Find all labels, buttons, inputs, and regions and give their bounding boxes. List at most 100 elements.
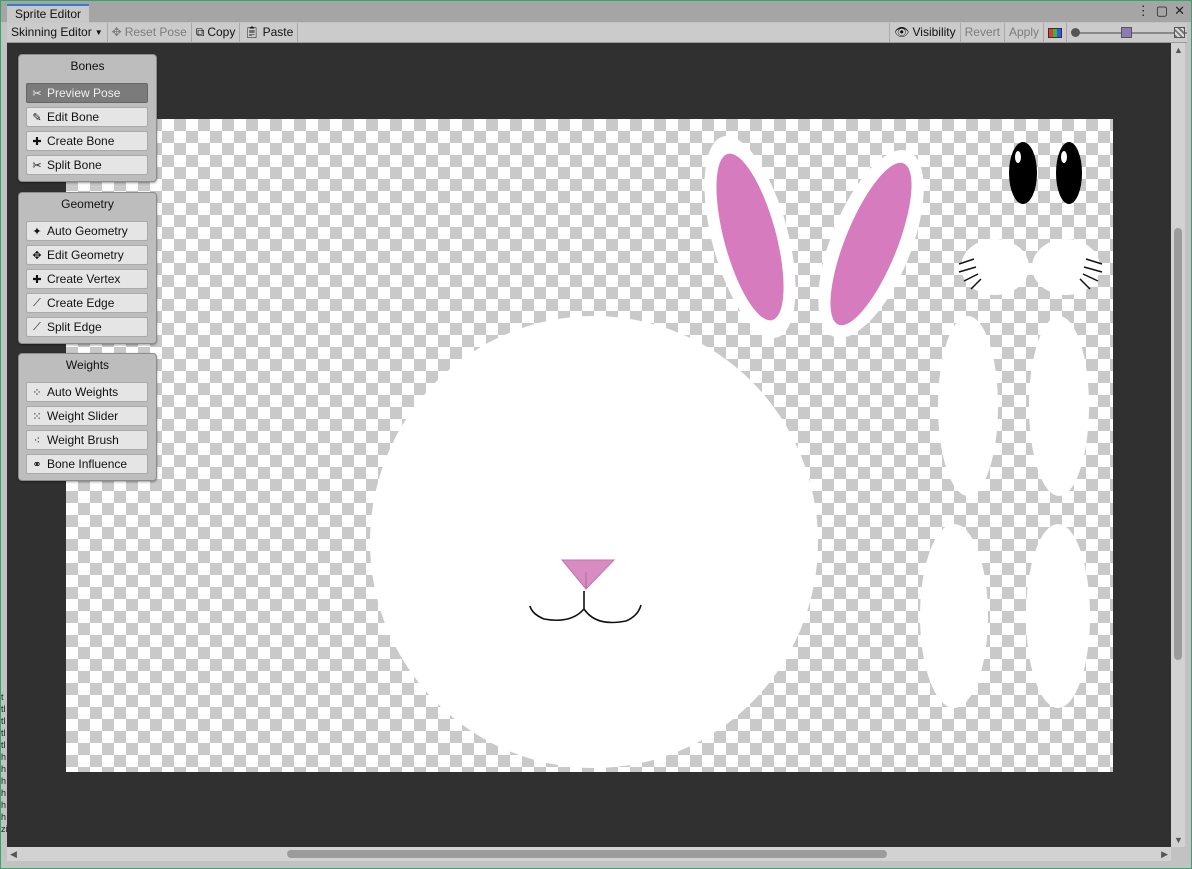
vertical-scrollbar[interactable]: ▲ ▼ — [1171, 43, 1185, 847]
auto-geometry-button[interactable]: ✦ Auto Geometry — [26, 221, 148, 241]
geometry-panel-title: Geometry — [61, 197, 114, 211]
bone-influence-button[interactable]: ⚭ Bone Influence — [26, 454, 148, 474]
right-eye — [1056, 142, 1082, 204]
bunny-sprite-sheet — [370, 136, 1103, 768]
bones-panel-title: Bones — [70, 59, 105, 73]
scroll-right-icon[interactable]: ▶ — [1161, 849, 1168, 860]
weight-brush-button[interactable]: ⁖ Weight Brush — [26, 430, 148, 450]
paste-icon: 📋︎ — [244, 25, 260, 39]
sprite-viewport[interactable] — [7, 43, 1171, 847]
preview-pose-button[interactable]: ✂ Preview Pose — [26, 83, 148, 103]
create-edge-button[interactable]: ⟋ Create Edge — [26, 293, 148, 313]
copy-icon: ⧉ — [195, 25, 205, 39]
create-bone-button[interactable]: ✚ Create Bone — [26, 131, 148, 151]
split-bone-icon: ✂ — [32, 159, 42, 172]
toolbar: Skinning Editor ▼ ✥ Reset Pose ⧉ Copy 📋︎ Pas… — [7, 23, 1187, 43]
auto-geometry-label: Auto Geometry — [47, 224, 128, 238]
apply-button[interactable]: Apply — [1005, 23, 1044, 42]
edit-bone-button[interactable]: ✎ Edit Bone — [26, 107, 148, 127]
chevron-down-icon: ▼ — [94, 28, 103, 37]
background-window-text: t tl tl tl tl h h h h h h zi — [1, 691, 7, 835]
mode-label: Skinning Editor — [11, 25, 92, 39]
create-vertex-label: Create Vertex — [47, 272, 121, 286]
split-bone-label: Split Bone — [47, 158, 102, 172]
revert-button[interactable]: Revert — [961, 23, 1005, 42]
leg-right — [1026, 524, 1090, 708]
auto-geometry-icon: ✦ — [32, 225, 42, 238]
visibility-label: Visibility — [912, 25, 956, 39]
create-bone-icon: ✚ — [32, 135, 42, 148]
tab-label: Sprite Editor — [15, 7, 82, 21]
apply-label: Apply — [1008, 25, 1039, 39]
preview-pose-icon: ✂ — [32, 87, 42, 100]
color-channels-button[interactable] — [1044, 23, 1067, 42]
create-vertex-icon: ✚ — [32, 273, 42, 286]
reset-pose-button[interactable]: ✥ Reset Pose — [108, 23, 192, 42]
create-vertex-button[interactable]: ✚ Create Vertex — [26, 269, 148, 289]
checker-icon — [1174, 27, 1185, 38]
edit-geometry-icon: ✥ — [32, 249, 42, 262]
bunny-head — [370, 316, 818, 768]
sprite-canvas[interactable] — [66, 119, 1113, 772]
vertical-scroll-thumb[interactable] — [1174, 228, 1182, 660]
reset-pose-label: Reset Pose — [124, 25, 187, 39]
create-bone-label: Create Bone — [47, 134, 115, 148]
geometry-panel: Geometry ✦ Auto Geometry ✥ Edit Geometry ✚… — [18, 192, 157, 344]
close-icon[interactable]: ✕ — [1174, 3, 1185, 19]
left-cheek — [958, 239, 1029, 295]
leg-left — [920, 524, 988, 708]
right-ear — [818, 150, 924, 338]
strip-line: h — [1, 764, 7, 774]
auto-weights-button[interactable]: ⁘ Auto Weights — [26, 382, 148, 402]
edit-bone-icon: ✎ — [32, 111, 42, 124]
bones-panel: Bones ✂ Preview Pose ✎ Edit Bone ✚ Create B… — [18, 54, 157, 182]
paste-button[interactable]: 📋︎ Paste — [240, 23, 299, 42]
strip-line: zi — [1, 824, 7, 834]
scroll-down-icon[interactable]: ▼ — [1174, 835, 1183, 845]
strip-line: h — [1, 800, 7, 810]
weights-panel: Weights ⁘ Auto Weights ⁙ Weight Slider ⁖ We… — [18, 353, 157, 481]
arm-left — [938, 316, 998, 496]
strip-line: h — [1, 752, 7, 762]
mode-dropdown[interactable]: Skinning Editor ▼ — [7, 23, 108, 42]
split-edge-label: Split Edge — [47, 320, 102, 334]
strip-line: tl — [1, 728, 6, 738]
copy-button[interactable]: ⧉ Copy — [192, 23, 241, 42]
slider-knob[interactable] — [1071, 28, 1080, 37]
kebab-icon[interactable]: ⋮ — [1137, 3, 1150, 19]
strip-line: tl — [1, 740, 6, 750]
horizontal-scrollbar[interactable]: ◀ ▶ — [7, 847, 1171, 861]
weight-slider-icon: ⁙ — [32, 410, 42, 423]
reset-pose-icon: ✥ — [111, 25, 122, 39]
paste-label: Paste — [262, 25, 294, 39]
scroll-left-icon[interactable]: ◀ — [10, 849, 17, 860]
zoom-slider[interactable] — [1067, 23, 1187, 42]
weight-slider-button[interactable]: ⁙ Weight Slider — [26, 406, 148, 426]
right-cheek — [1032, 239, 1103, 295]
scroll-up-icon[interactable]: ▲ — [1174, 45, 1183, 55]
split-bone-button[interactable]: ✂ Split Bone — [26, 155, 148, 175]
split-edge-icon: ⟋ — [33, 320, 41, 333]
arm-right — [1029, 316, 1089, 496]
auto-weights-icon: ⁘ — [32, 386, 42, 399]
strip-line: tl — [1, 716, 6, 726]
strip-line: h — [1, 788, 7, 798]
create-edge-label: Create Edge — [47, 296, 115, 310]
edit-bone-label: Edit Bone — [47, 110, 100, 124]
maximize-icon[interactable]: ▢ — [1156, 3, 1168, 19]
tab-sprite-editor[interactable]: Sprite Editor — [7, 4, 90, 24]
bone-influence-icon: ⚭ — [32, 458, 42, 471]
revert-label: Revert — [964, 25, 1000, 39]
sprite-editor-window: Sprite Editor ⋮ ▢ ✕ Skinning Editor ▼ ✥ Re… — [0, 0, 1192, 869]
color-channels-icon — [1048, 27, 1062, 38]
horizontal-scroll-thumb[interactable] — [287, 850, 887, 858]
bone-influence-label: Bone Influence — [47, 457, 128, 471]
strip-line: h — [1, 812, 7, 822]
weight-brush-icon: ⁖ — [33, 434, 41, 447]
visibility-button[interactable]: 👁︎ Visibility — [889, 23, 961, 42]
edit-geometry-button[interactable]: ✥ Edit Geometry — [26, 245, 148, 265]
split-edge-button[interactable]: ⟋ Split Edge — [26, 317, 148, 337]
eye-icon: 👁︎ — [894, 25, 910, 39]
left-ear — [704, 136, 796, 338]
alpha-icon — [1121, 27, 1132, 38]
